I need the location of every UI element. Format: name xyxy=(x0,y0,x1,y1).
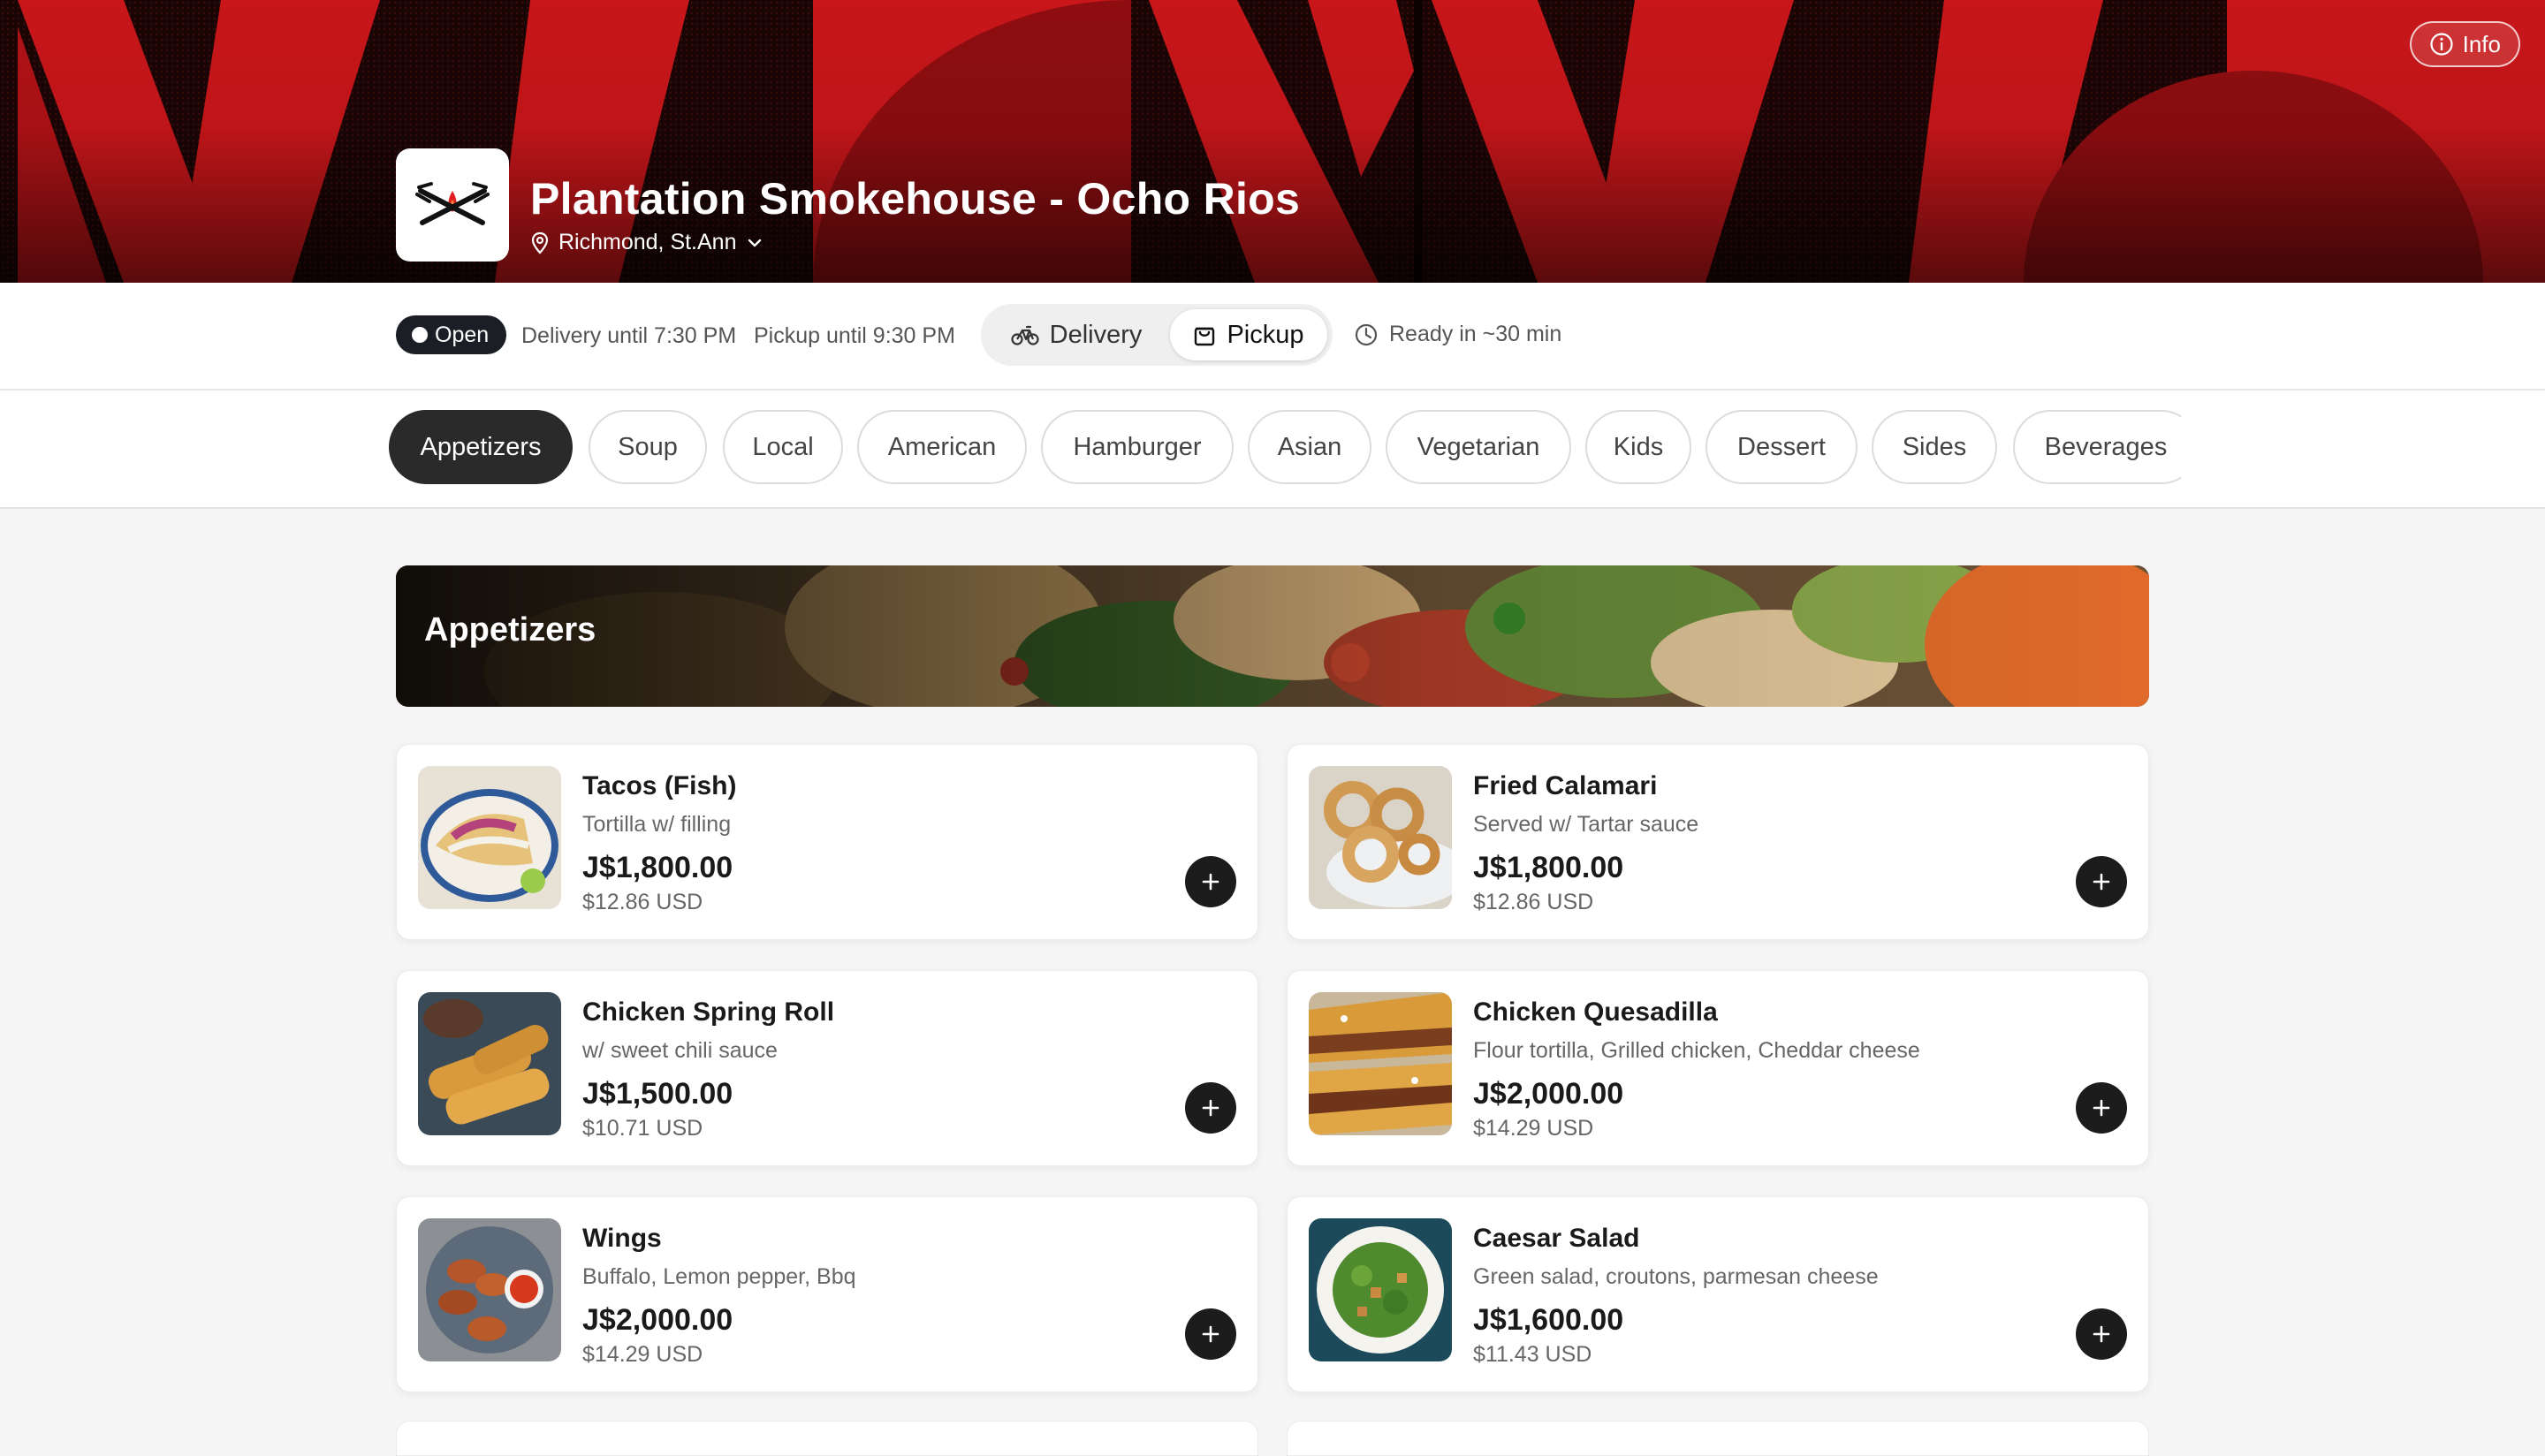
order-mode-toggle: Delivery Pickup xyxy=(981,304,1333,366)
hero-gradient xyxy=(0,0,2545,283)
menu-item-description: Green salad, croutons, parmesan cheese xyxy=(1473,1264,1879,1289)
add-to-cart-button[interactable] xyxy=(2076,856,2127,907)
menu-item-usd-price: $14.29 USD xyxy=(582,1342,703,1367)
location-selector[interactable]: Richmond, St.Ann xyxy=(530,230,764,255)
banner-food-image xyxy=(396,565,2149,707)
plus-icon xyxy=(2093,873,2110,891)
menu-item-description: Buffalo, Lemon pepper, Bbq xyxy=(582,1264,856,1289)
menu-item-name: Chicken Spring Roll xyxy=(582,997,835,1027)
plus-icon xyxy=(1202,1325,1219,1343)
menu-item-price: J$1,600.00 xyxy=(1473,1303,1624,1337)
menu-item-image xyxy=(418,1218,561,1361)
location-label: Richmond, St.Ann xyxy=(558,230,737,254)
crossed-tongs-flame-icon xyxy=(415,182,490,225)
menu-item-name: Tacos (Fish) xyxy=(582,771,737,800)
menu-item-image xyxy=(1309,1218,1452,1361)
category-tabs: Appetizers Soup Local American Hamburger… xyxy=(389,410,2181,488)
menu-item-usd-price: $14.29 USD xyxy=(1473,1116,1594,1141)
category-tab-soup[interactable]: Soup xyxy=(589,410,707,484)
chevron-down-icon xyxy=(748,239,761,246)
menu-item-price: J$2,000.00 xyxy=(1473,1077,1624,1111)
ready-time-label: Ready in ~30 min xyxy=(1389,322,1562,346)
category-tab-local[interactable]: Local xyxy=(723,410,843,484)
clock-icon xyxy=(1355,323,1378,345)
menu-item-price: J$2,000.00 xyxy=(582,1303,733,1337)
plus-icon xyxy=(2093,1099,2110,1117)
menu-item-card[interactable]: Chicken Spring Roll w/ sweet chili sauce… xyxy=(396,970,1258,1166)
delivery-hours: Delivery until 7:30 PM xyxy=(521,323,737,348)
menu-item-card[interactable]: Caesar Salad Green salad, croutons, parm… xyxy=(1287,1196,2149,1392)
menu-item-card[interactable]: Wings Buffalo, Lemon pepper, Bbq J$2,000… xyxy=(396,1196,1258,1392)
menu-item-card[interactable]: Chicken Quesadilla Flour tortilla, Grill… xyxy=(1287,970,2149,1166)
store-status-bar: Open Delivery until 7:30 PM Pickup until… xyxy=(0,283,2545,391)
category-tab-asian[interactable]: Asian xyxy=(1248,410,1371,484)
menu-item-card[interactable]: Fried Calamari Served w/ Tartar sauce J$… xyxy=(1287,744,2149,940)
plus-icon xyxy=(2093,1325,2110,1343)
menu-item-card-partial[interactable] xyxy=(396,1421,1258,1456)
add-to-cart-button[interactable] xyxy=(2076,1308,2127,1360)
menu-item-image xyxy=(1309,992,1452,1135)
menu-item-usd-price: $11.43 USD xyxy=(1473,1342,1592,1367)
menu-item-name: Caesar Salad xyxy=(1473,1224,1640,1253)
category-tab-kids[interactable]: Kids xyxy=(1585,410,1691,484)
info-icon xyxy=(2429,32,2454,57)
category-tab-sides[interactable]: Sides xyxy=(1872,410,1997,484)
menu-item-name: Chicken Quesadilla xyxy=(1473,997,1718,1027)
category-tab-dessert[interactable]: Dessert xyxy=(1706,410,1857,484)
map-pin-icon xyxy=(531,231,549,254)
delivery-mode-label: Delivery xyxy=(1049,320,1143,349)
menu-item-description: Tortilla w/ filling xyxy=(582,812,732,837)
plus-icon xyxy=(1202,873,1219,891)
section-title: Appetizers xyxy=(424,611,596,648)
store-name: Plantation Smokehouse - Ocho Rios xyxy=(530,174,1301,224)
add-to-cart-button[interactable] xyxy=(1185,1308,1236,1360)
category-tab-hamburger[interactable]: Hamburger xyxy=(1041,410,1234,484)
menu-item-usd-price: $12.86 USD xyxy=(1473,890,1594,914)
add-to-cart-button[interactable] xyxy=(1185,1082,1236,1134)
menu-item-image xyxy=(418,766,561,909)
add-to-cart-button[interactable] xyxy=(2076,1082,2127,1134)
delivery-mode-button[interactable]: Delivery xyxy=(988,309,1165,360)
menu-item-description: w/ sweet chili sauce xyxy=(582,1038,778,1063)
category-nav: Appetizers Soup Local American Hamburger… xyxy=(0,391,2545,509)
store-hero: Info Plantation Smokehouse - Ocho Rios R… xyxy=(0,0,2545,283)
menu-item-name: Fried Calamari xyxy=(1473,771,1658,800)
menu-item-usd-price: $12.86 USD xyxy=(582,890,703,914)
menu-item-description: Served w/ Tartar sauce xyxy=(1473,812,1699,837)
menu-item-price: J$1,500.00 xyxy=(582,1077,733,1111)
ready-time: Ready in ~30 min xyxy=(1354,322,1561,347)
menu-item-name: Wings xyxy=(582,1224,662,1253)
shopping-bag-icon xyxy=(1195,327,1215,346)
section-banner: Appetizers xyxy=(396,565,2149,707)
menu-item-card[interactable]: Tacos (Fish) Tortilla w/ filling J$1,800… xyxy=(396,744,1258,940)
category-tab-american[interactable]: American xyxy=(857,410,1027,484)
store-logo xyxy=(396,148,509,262)
menu-item-price: J$1,800.00 xyxy=(1473,851,1624,884)
info-button[interactable]: Info xyxy=(2409,21,2520,67)
menu-item-usd-price: $10.71 USD xyxy=(582,1116,703,1141)
menu-item-card-partial[interactable] xyxy=(1287,1421,2149,1456)
bicycle-icon xyxy=(1011,325,1039,345)
category-tab-beverages[interactable]: Beverages xyxy=(2013,410,2181,484)
plus-icon xyxy=(1202,1099,1219,1117)
info-label: Info xyxy=(2462,30,2501,57)
menu-item-description: Flour tortilla, Grilled chicken, Cheddar… xyxy=(1473,1038,1920,1063)
menu-item-image xyxy=(418,992,561,1135)
pickup-hours: Pickup until 9:30 PM xyxy=(754,323,955,348)
menu-item-price: J$1,800.00 xyxy=(582,851,733,884)
add-to-cart-button[interactable] xyxy=(1185,856,1236,907)
open-label: Open xyxy=(435,322,490,347)
pickup-mode-label: Pickup xyxy=(1227,320,1304,349)
category-tab-appetizers[interactable]: Appetizers xyxy=(389,410,573,484)
pickup-mode-button[interactable]: Pickup xyxy=(1170,309,1327,360)
status-dot xyxy=(412,327,428,343)
menu-item-image xyxy=(1309,766,1452,909)
category-tab-vegetarian[interactable]: Vegetarian xyxy=(1386,410,1571,484)
open-status-badge: Open xyxy=(396,315,507,354)
